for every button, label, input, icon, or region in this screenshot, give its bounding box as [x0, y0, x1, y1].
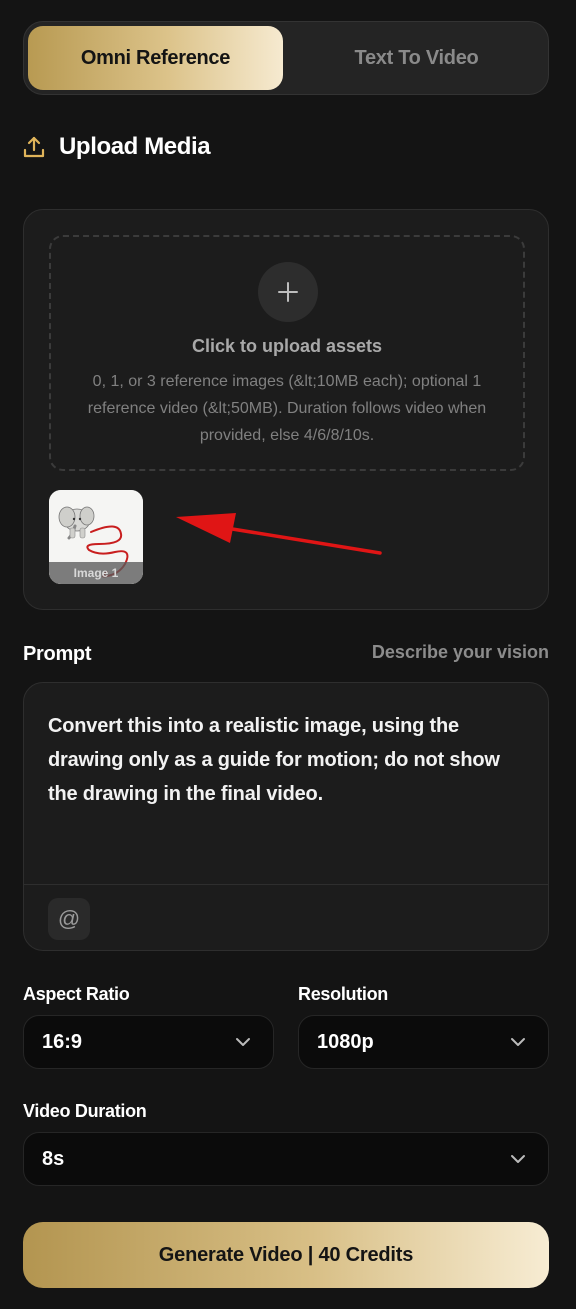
video-duration-select[interactable]: 8s	[23, 1132, 549, 1186]
video-duration-value: 8s	[42, 1147, 65, 1170]
upload-dropzone[interactable]: Click to upload assets 0, 1, or 3 refere…	[49, 235, 525, 471]
resolution-label: Resolution	[298, 984, 388, 1004]
add-asset-button[interactable]	[258, 262, 318, 322]
prompt-text[interactable]: Convert this into a realistic image, usi…	[48, 709, 526, 811]
upload-panel: Click to upload assets 0, 1, or 3 refere…	[23, 209, 549, 610]
uploaded-image-thumbnail[interactable]: Image 1	[49, 490, 143, 584]
dropzone-description: 0, 1, or 3 reference images (&lt;10MB ea…	[87, 373, 487, 444]
tab-omni-reference[interactable]: Omni Reference	[28, 26, 283, 90]
mention-button[interactable]: @	[48, 898, 90, 940]
upload-icon	[23, 136, 45, 158]
upload-media-heading: Upload Media	[23, 133, 211, 161]
resolution-value: 1080p	[317, 1030, 374, 1053]
chevron-down-icon	[511, 1038, 525, 1046]
prompt-divider	[24, 884, 548, 885]
plus-icon	[278, 282, 298, 302]
chevron-down-icon	[236, 1038, 250, 1046]
generate-video-button[interactable]: Generate Video | 40 Credits	[23, 1222, 549, 1288]
prompt-hint: Describe your vision	[371, 642, 549, 662]
video-duration-label: Video Duration	[23, 1101, 147, 1121]
thumbnail-caption: Image 1	[49, 562, 143, 584]
aspect-ratio-label: Aspect Ratio	[23, 984, 130, 1004]
upload-media-title: Upload Media	[59, 133, 211, 160]
chevron-down-icon	[511, 1155, 525, 1163]
at-sign-icon: @	[57, 906, 81, 931]
prompt-label: Prompt	[23, 643, 92, 665]
resolution-select[interactable]: 1080p	[298, 1015, 549, 1069]
mode-tabs: Omni Reference Text To Video	[23, 21, 549, 95]
dropzone-title: Click to upload assets	[191, 336, 383, 356]
tab-text-to-video[interactable]: Text To Video	[289, 26, 544, 90]
video-generator-panel: Omni Reference Text To Video Upload Medi…	[0, 0, 576, 1309]
prompt-field[interactable]: Convert this into a realistic image, usi…	[23, 682, 549, 951]
aspect-ratio-select[interactable]: 16:9	[23, 1015, 274, 1069]
aspect-ratio-value: 16:9	[42, 1030, 83, 1053]
